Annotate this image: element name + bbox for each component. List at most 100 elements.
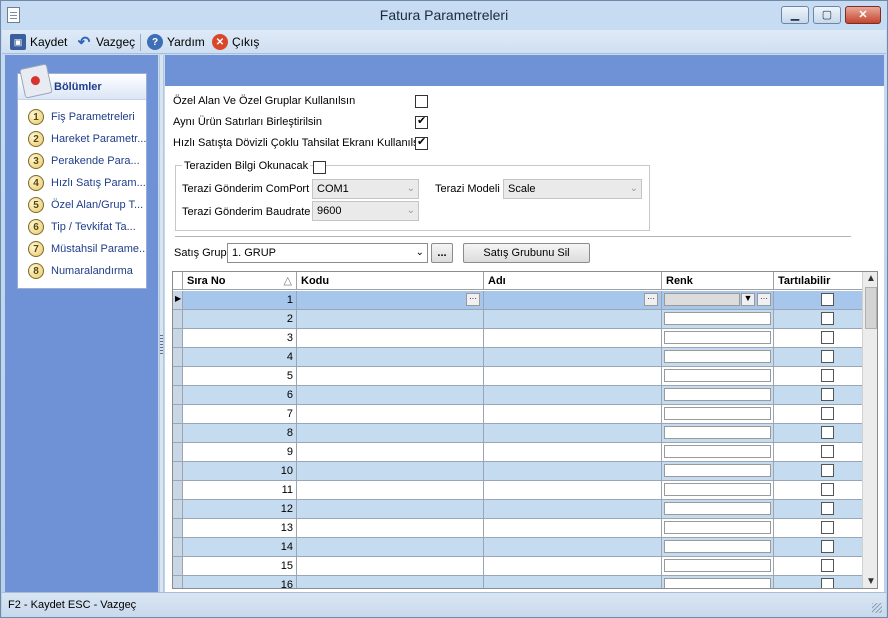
sira-no-cell[interactable]: 1	[183, 291, 297, 310]
tartilabilir-cell[interactable]	[774, 576, 862, 588]
ayni-urun-checkbox[interactable]	[415, 114, 428, 129]
renk-cell[interactable]	[662, 557, 774, 576]
section-item-ozel-alan-grup[interactable]: 5 Özel Alan/Grup T...	[28, 196, 146, 214]
tartilabilir-checkbox[interactable]	[821, 312, 834, 325]
comport-select[interactable]: COM1 ⌄	[312, 179, 419, 199]
table-row[interactable]: 8	[173, 424, 862, 443]
hizli-satis-checkbox[interactable]	[415, 135, 428, 150]
delete-sales-group-button[interactable]: Satış Grubunu Sil	[463, 243, 590, 263]
adi-cell[interactable]	[484, 348, 662, 367]
column-kodu[interactable]: Kodu	[297, 272, 484, 290]
table-row[interactable]: 12	[173, 500, 862, 519]
adi-cell[interactable]	[484, 462, 662, 481]
sections-header[interactable]: Bölümler	[18, 63, 146, 100]
sira-no-cell[interactable]: 16	[183, 576, 297, 588]
table-row[interactable]: 4	[173, 348, 862, 367]
tartilabilir-cell[interactable]	[774, 367, 862, 386]
kodu-cell[interactable]	[297, 329, 484, 348]
tartilabilir-cell[interactable]	[774, 481, 862, 500]
maximize-button[interactable]: ▢	[813, 6, 841, 24]
adi-lookup-button[interactable]: ···	[644, 293, 658, 306]
tartilabilir-checkbox[interactable]	[821, 578, 834, 588]
kodu-cell[interactable]	[297, 500, 484, 519]
kodu-cell[interactable]	[297, 557, 484, 576]
sira-no-cell[interactable]: 4	[183, 348, 297, 367]
tartilabilir-cell[interactable]	[774, 443, 862, 462]
kodu-cell[interactable]	[297, 443, 484, 462]
renk-color-box[interactable]	[664, 293, 740, 306]
tartilabilir-cell[interactable]	[774, 500, 862, 519]
row-indicator[interactable]	[173, 500, 183, 519]
tartilabilir-cell[interactable]	[774, 538, 862, 557]
renk-cell[interactable]	[662, 310, 774, 329]
renk-color-box[interactable]	[664, 331, 771, 344]
row-indicator[interactable]	[173, 443, 183, 462]
kodu-cell[interactable]: ···	[297, 291, 484, 310]
adi-cell[interactable]	[484, 386, 662, 405]
tartilabilir-checkbox[interactable]	[821, 540, 834, 553]
table-row[interactable]: 3	[173, 329, 862, 348]
tartilabilir-checkbox[interactable]	[821, 559, 834, 572]
table-row[interactable]: ▶ 1 ··· ··· ▼ ···	[173, 291, 862, 310]
table-row[interactable]: 2	[173, 310, 862, 329]
renk-cell[interactable]	[662, 405, 774, 424]
tartilabilir-checkbox[interactable]	[821, 350, 834, 363]
tartilabilir-cell[interactable]	[774, 557, 862, 576]
sales-group-select[interactable]: 1. GRUP ⌄	[227, 243, 428, 263]
tartilabilir-cell[interactable]	[774, 310, 862, 329]
renk-cell[interactable]	[662, 329, 774, 348]
tartilabilir-cell[interactable]	[774, 386, 862, 405]
section-item-mustahsil-parametreleri[interactable]: 7 Müstahsil Parame...	[28, 240, 146, 258]
row-indicator[interactable]	[173, 519, 183, 538]
row-indicator[interactable]	[173, 329, 183, 348]
sira-no-cell[interactable]: 9	[183, 443, 297, 462]
column-adi[interactable]: Adı	[484, 272, 662, 290]
exit-button[interactable]: ✕ Çıkış	[212, 33, 259, 51]
sira-no-cell[interactable]: 14	[183, 538, 297, 557]
row-indicator[interactable]	[173, 386, 183, 405]
renk-color-box[interactable]	[664, 407, 771, 420]
kodu-cell[interactable]	[297, 576, 484, 588]
scale-model-select[interactable]: Scale ⌄	[503, 179, 642, 199]
kodu-cell[interactable]	[297, 386, 484, 405]
tartilabilir-checkbox[interactable]	[821, 521, 834, 534]
renk-cell[interactable]	[662, 462, 774, 481]
table-row[interactable]: 7	[173, 405, 862, 424]
close-button[interactable]: ✕	[845, 6, 881, 24]
renk-cell[interactable]	[662, 481, 774, 500]
renk-color-box[interactable]	[664, 502, 771, 515]
adi-cell[interactable]	[484, 443, 662, 462]
renk-color-box[interactable]	[664, 559, 771, 572]
kodu-cell[interactable]	[297, 367, 484, 386]
kodu-cell[interactable]	[297, 424, 484, 443]
renk-color-box[interactable]	[664, 388, 771, 401]
renk-cell[interactable]	[662, 500, 774, 519]
adi-cell[interactable]	[484, 576, 662, 588]
table-row[interactable]: 11	[173, 481, 862, 500]
sira-no-cell[interactable]: 10	[183, 462, 297, 481]
resize-grip-icon[interactable]	[872, 603, 882, 613]
splitter-grip-icon[interactable]	[160, 335, 163, 355]
tartilabilir-checkbox[interactable]	[821, 331, 834, 344]
adi-cell[interactable]	[484, 500, 662, 519]
sira-no-cell[interactable]: 8	[183, 424, 297, 443]
scroll-down-icon[interactable]: ▼	[863, 576, 877, 587]
kodu-cell[interactable]	[297, 405, 484, 424]
row-indicator[interactable]	[173, 462, 183, 481]
tartilabilir-checkbox[interactable]	[821, 483, 834, 496]
tartilabilir-cell[interactable]	[774, 291, 862, 310]
chevron-down-icon[interactable]: ▼	[741, 293, 755, 306]
tartilabilir-checkbox[interactable]	[821, 369, 834, 382]
sira-no-cell[interactable]: 7	[183, 405, 297, 424]
renk-color-box[interactable]	[664, 426, 771, 439]
adi-cell[interactable]	[484, 481, 662, 500]
save-button[interactable]: ▣ Kaydet	[10, 33, 67, 51]
renk-cell[interactable]	[662, 424, 774, 443]
section-item-perakende-parametreleri[interactable]: 3 Perakende Para...	[28, 152, 146, 170]
section-item-numaralandirma[interactable]: 8 Numaralandırma	[28, 262, 146, 280]
tartilabilir-checkbox[interactable]	[821, 502, 834, 515]
tartilabilir-cell[interactable]	[774, 329, 862, 348]
row-indicator[interactable]	[173, 576, 183, 588]
row-indicator[interactable]	[173, 405, 183, 424]
tartilabilir-cell[interactable]	[774, 519, 862, 538]
